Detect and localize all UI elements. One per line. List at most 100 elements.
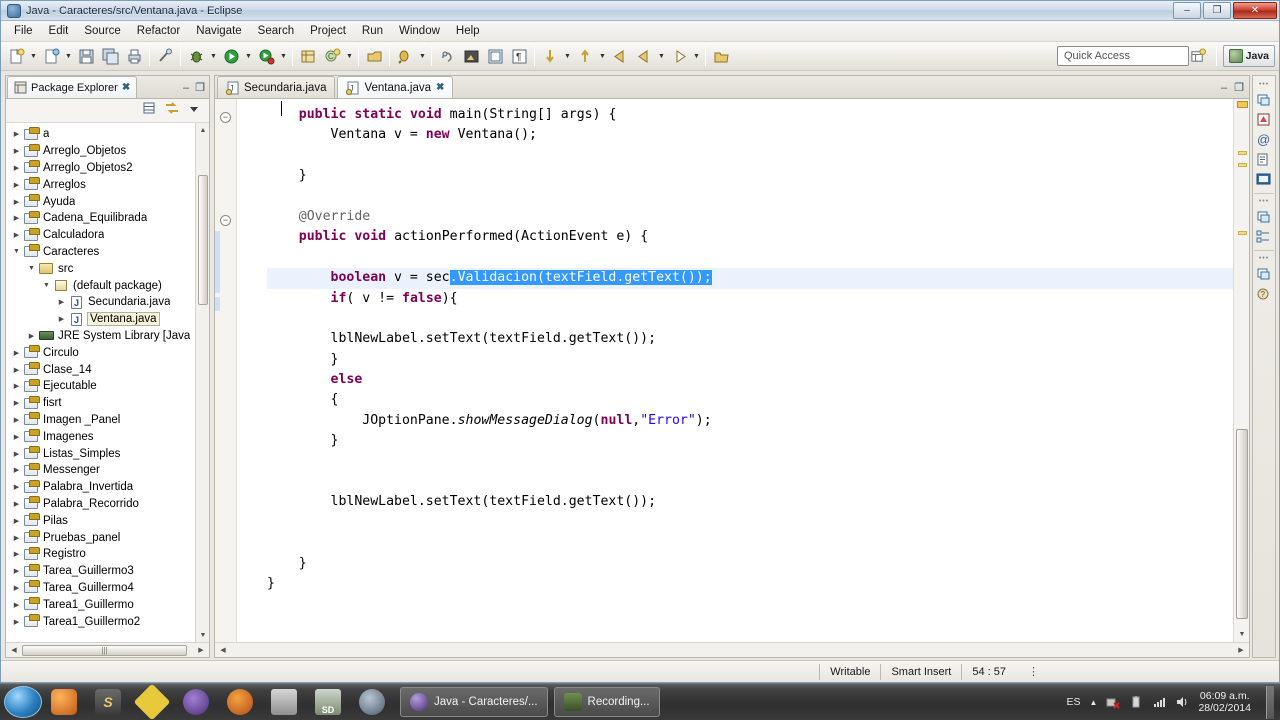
code-line[interactable]: public static void main(String[] args) {: [267, 105, 1233, 125]
menu-run[interactable]: Run: [354, 23, 391, 39]
tree-item-caracteres[interactable]: ▼ Caracteres: [6, 244, 209, 261]
taskbar-window-recording[interactable]: Recording...: [553, 687, 660, 717]
tree-item-ayuda[interactable]: ▶ Ayuda: [6, 193, 209, 210]
save-icon[interactable]: [75, 45, 97, 67]
new-wizard-icon[interactable]: [5, 45, 27, 67]
collapse-all-icon[interactable]: [142, 101, 156, 120]
project-tree[interactable]: ▶ a ▶ Arreglo_Objetos ▶ Arreglo_Objetos2 ▶ Arre…: [6, 123, 209, 642]
fold-collapse-icon[interactable]: −: [220, 215, 231, 226]
quicklaunch-camtasia-icon[interactable]: [354, 686, 390, 718]
expand-arrow-right-icon[interactable]: ▶: [10, 433, 23, 441]
last-edit-dropdown-arrow[interactable]: ▼: [656, 45, 667, 67]
status-more-icon[interactable]: ⋮: [1028, 665, 1039, 678]
expand-arrow-right-icon[interactable]: ▶: [10, 567, 23, 575]
quicklaunch-sd-formatter-icon[interactable]: SD: [310, 686, 346, 718]
expand-arrow-right-icon[interactable]: ▶: [10, 618, 23, 626]
signal-icon[interactable]: [1152, 695, 1166, 709]
minimize-button[interactable]: –: [1173, 2, 1201, 19]
tree-item-jre-system-library-java[interactable]: ▶ JRE System Library [Java: [6, 328, 209, 345]
search-icon[interactable]: [394, 45, 416, 67]
print-icon[interactable]: [123, 45, 145, 67]
tree-item-calculadora[interactable]: ▶ Calculadora: [6, 227, 209, 244]
show-hidden-icons-button[interactable]: ▲: [1090, 698, 1098, 707]
volume-icon[interactable]: [1175, 695, 1189, 709]
console-view-icon[interactable]: [1256, 172, 1272, 188]
folding-ruler[interactable]: − −: [215, 99, 237, 642]
tree-item-tarea-guillermo4[interactable]: ▶ Tarea_Guillermo4: [6, 580, 209, 597]
selected-text[interactable]: .Validacion(textField.getText());: [449, 270, 712, 286]
toggle-block-selection-icon[interactable]: [484, 45, 506, 67]
code-line[interactable]: [267, 248, 1233, 268]
code-line[interactable]: }: [267, 166, 1233, 186]
maximize-view-button[interactable]: ❐: [195, 83, 205, 94]
tree-item-palabra-invertida[interactable]: ▶ Palabra_Invertida: [6, 479, 209, 496]
expand-arrow-down-icon[interactable]: ▼: [25, 265, 38, 272]
code-line[interactable]: [267, 309, 1233, 329]
task-list-view-icon[interactable]: ?: [1256, 286, 1272, 302]
tree-item-pilas[interactable]: ▶ Pilas: [6, 512, 209, 529]
code-line[interactable]: else: [267, 370, 1233, 390]
outline-view-icon[interactable]: [1256, 229, 1272, 245]
code-line[interactable]: lblNewLabel.setText(textField.getText())…: [267, 329, 1233, 349]
scroll-right-icon[interactable]: ▶: [1234, 644, 1248, 657]
tree-item-fisrt[interactable]: ▶ fisrt: [6, 395, 209, 412]
menu-search[interactable]: Search: [250, 23, 302, 39]
link-with-editor-icon[interactable]: [165, 101, 179, 120]
expand-arrow-right-icon[interactable]: ▶: [25, 332, 38, 340]
expand-arrow-right-icon[interactable]: ▶: [10, 399, 23, 407]
menu-file[interactable]: File: [6, 23, 41, 39]
close-icon[interactable]: ✖: [122, 82, 130, 93]
expand-arrow-right-icon[interactable]: ▶: [10, 534, 23, 542]
menu-edit[interactable]: Edit: [41, 23, 77, 39]
menu-project[interactable]: Project: [302, 23, 354, 39]
code-line[interactable]: public void actionPerformed(ActionEvent …: [267, 227, 1233, 247]
expand-arrow-right-icon[interactable]: ▶: [10, 349, 23, 357]
code-line[interactable]: {: [267, 390, 1233, 410]
tree-item-messenger[interactable]: ▶ Messenger: [6, 462, 209, 479]
open-annotation-icon[interactable]: [436, 45, 458, 67]
code-line[interactable]: JOptionPane.showMessageDialog(null,"Erro…: [267, 411, 1233, 431]
expand-arrow-right-icon[interactable]: ▶: [10, 214, 23, 222]
quicklaunch-opera-icon[interactable]: [178, 686, 214, 718]
editor-vertical-scrollbar[interactable]: ▲ ▼: [1233, 99, 1249, 642]
close-icon[interactable]: ✖: [436, 82, 444, 93]
code-line[interactable]: }: [267, 554, 1233, 574]
run-dropdown-arrow[interactable]: ▼: [243, 45, 254, 67]
expand-arrow-right-icon[interactable]: ▶: [10, 198, 23, 206]
expand-arrow-right-icon[interactable]: ▶: [10, 450, 23, 458]
expand-arrow-right-icon[interactable]: ▶: [55, 315, 68, 323]
drag-handle[interactable]: •••: [1259, 255, 1269, 262]
menu-navigate[interactable]: Navigate: [188, 23, 249, 39]
maximize-button[interactable]: ❐: [1203, 2, 1231, 19]
tree-horizontal-scrollbar[interactable]: ◀ ||| ▶: [6, 642, 209, 657]
scroll-up-icon[interactable]: ▲: [196, 123, 209, 137]
expand-arrow-right-icon[interactable]: ▶: [10, 366, 23, 374]
code-line[interactable]: Ventana v = new Ventana();: [267, 125, 1233, 145]
taskbar-window-eclipse[interactable]: Java - Caracteres/...: [400, 687, 548, 717]
tree-item-tarea1-guillermo[interactable]: ▶ Tarea1_Guillermo: [6, 596, 209, 613]
problems-view-icon[interactable]: [1256, 112, 1272, 128]
back-icon[interactable]: [609, 45, 631, 67]
tree-item-listas-simples[interactable]: ▶ Listas_Simples: [6, 445, 209, 462]
fold-collapse-icon[interactable]: −: [220, 112, 231, 123]
debug-dropdown-arrow[interactable]: ▼: [208, 45, 219, 67]
expand-arrow-right-icon[interactable]: ▶: [10, 231, 23, 239]
minimize-view-button[interactable]: –: [183, 83, 189, 94]
scroll-left-icon[interactable]: ◀: [216, 644, 230, 657]
expand-arrow-right-icon[interactable]: ▶: [10, 147, 23, 155]
open-perspective-icon[interactable]: [1187, 45, 1209, 67]
tree-item-secundaria-java[interactable]: ▶ Secundaria.java: [6, 294, 209, 311]
quicklaunch-netbeans-icon[interactable]: [133, 683, 171, 720]
code-line[interactable]: }: [267, 574, 1233, 594]
code-text[interactable]: public static void main(String[] args) {…: [237, 99, 1233, 642]
new-wizard-dropdown-arrow[interactable]: ▼: [28, 45, 39, 67]
menu-window[interactable]: Window: [391, 23, 448, 39]
tree-item-arreglo-objetos2[interactable]: ▶ Arreglo_Objetos2: [6, 160, 209, 177]
tree-item-circulo[interactable]: ▶ Circulo: [6, 344, 209, 361]
tree-item-clase-14[interactable]: ▶ Clase_14: [6, 361, 209, 378]
menu-refactor[interactable]: Refactor: [129, 23, 188, 39]
scroll-left-icon[interactable]: ◀: [7, 644, 21, 657]
expand-arrow-right-icon[interactable]: ▶: [10, 601, 23, 609]
drag-handle[interactable]: •••: [1259, 81, 1269, 88]
tree-vertical-scrollbar[interactable]: ▲ ▼: [195, 123, 209, 642]
